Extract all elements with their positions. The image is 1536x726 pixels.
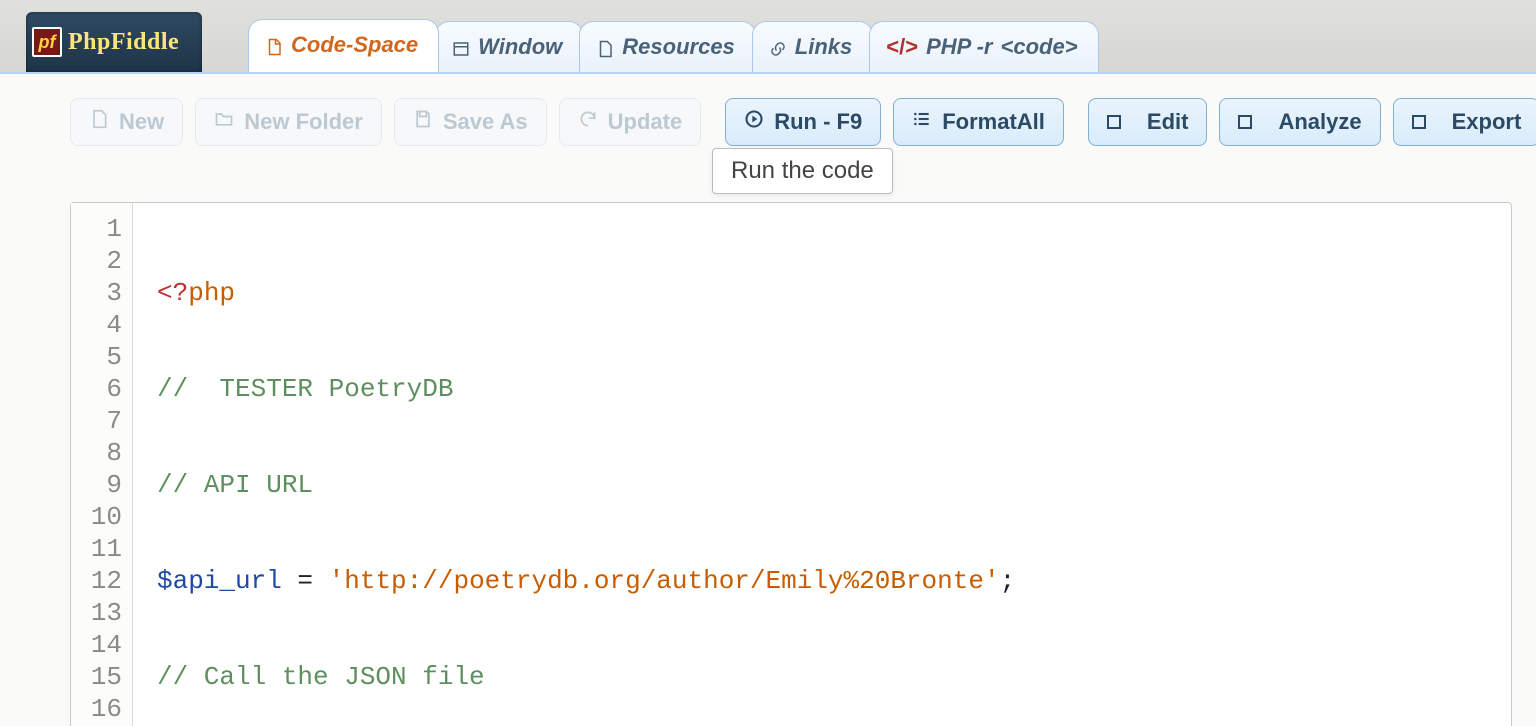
- save-as-button[interactable]: Save As: [394, 98, 547, 146]
- tab-php-r-code[interactable]: </>PHP -r <code>: [869, 21, 1098, 72]
- refresh-icon: [578, 109, 598, 135]
- page-icon: [596, 38, 614, 56]
- button-label: Update: [608, 109, 683, 135]
- window-icon: [452, 38, 470, 56]
- tab-links[interactable]: Links: [752, 21, 873, 72]
- tab-label: Window: [478, 34, 562, 60]
- line-gutter: 1234 5678 9101112 13141516: [71, 203, 133, 726]
- square-icon: [1238, 115, 1252, 129]
- top-strip: pf PhpFiddle Code-Space Window Resources: [0, 0, 1536, 74]
- logo-badge-icon: pf: [32, 27, 62, 57]
- file-icon: [89, 109, 109, 135]
- square-icon: [1412, 115, 1426, 129]
- tab-resources[interactable]: Resources: [579, 21, 756, 72]
- code-angle-icon: </>: [886, 34, 918, 60]
- export-button[interactable]: Export: [1393, 98, 1536, 146]
- format-all-button[interactable]: FormatAll: [893, 98, 1064, 146]
- code-content[interactable]: <?php // TESTER PoetryDB // API URL $api…: [133, 203, 1015, 726]
- update-button[interactable]: Update: [559, 98, 702, 146]
- play-icon: [744, 109, 764, 135]
- list-icon: [912, 109, 932, 135]
- folder-icon: [214, 109, 234, 135]
- tab-label: Resources: [622, 34, 735, 60]
- tab-window[interactable]: Window: [435, 21, 583, 72]
- button-label: New Folder: [244, 109, 363, 135]
- code-editor[interactable]: 1234 5678 9101112 13141516 <?php // TEST…: [70, 202, 1512, 726]
- run-tooltip: Run the code: [712, 148, 893, 194]
- button-label: Analyze: [1278, 109, 1361, 135]
- button-label: Save As: [443, 109, 528, 135]
- new-button[interactable]: New: [70, 98, 183, 146]
- tab-row: Code-Space Window Resources Links </>PHP…: [248, 19, 1095, 72]
- square-icon: [1107, 115, 1121, 129]
- tab-label: Links: [795, 34, 852, 60]
- button-label: Export: [1452, 109, 1522, 135]
- button-label: Edit: [1147, 109, 1189, 135]
- button-label: New: [119, 109, 164, 135]
- save-icon: [413, 109, 433, 135]
- toolbar: New New Folder Save As Update Run - F9 F…: [0, 74, 1536, 154]
- button-label: Run - F9: [774, 109, 862, 135]
- new-folder-button[interactable]: New Folder: [195, 98, 382, 146]
- tab-label: Code-Space: [291, 32, 418, 58]
- link-icon: [769, 38, 787, 56]
- analyze-button[interactable]: Analyze: [1219, 98, 1380, 146]
- button-label: FormatAll: [942, 109, 1045, 135]
- logo[interactable]: pf PhpFiddle: [26, 12, 202, 72]
- edit-button[interactable]: Edit: [1088, 98, 1208, 146]
- tab-code-space[interactable]: Code-Space: [248, 19, 439, 72]
- document-icon: [265, 36, 283, 54]
- run-button[interactable]: Run - F9: [725, 98, 881, 146]
- logo-text: PhpFiddle: [68, 29, 179, 56]
